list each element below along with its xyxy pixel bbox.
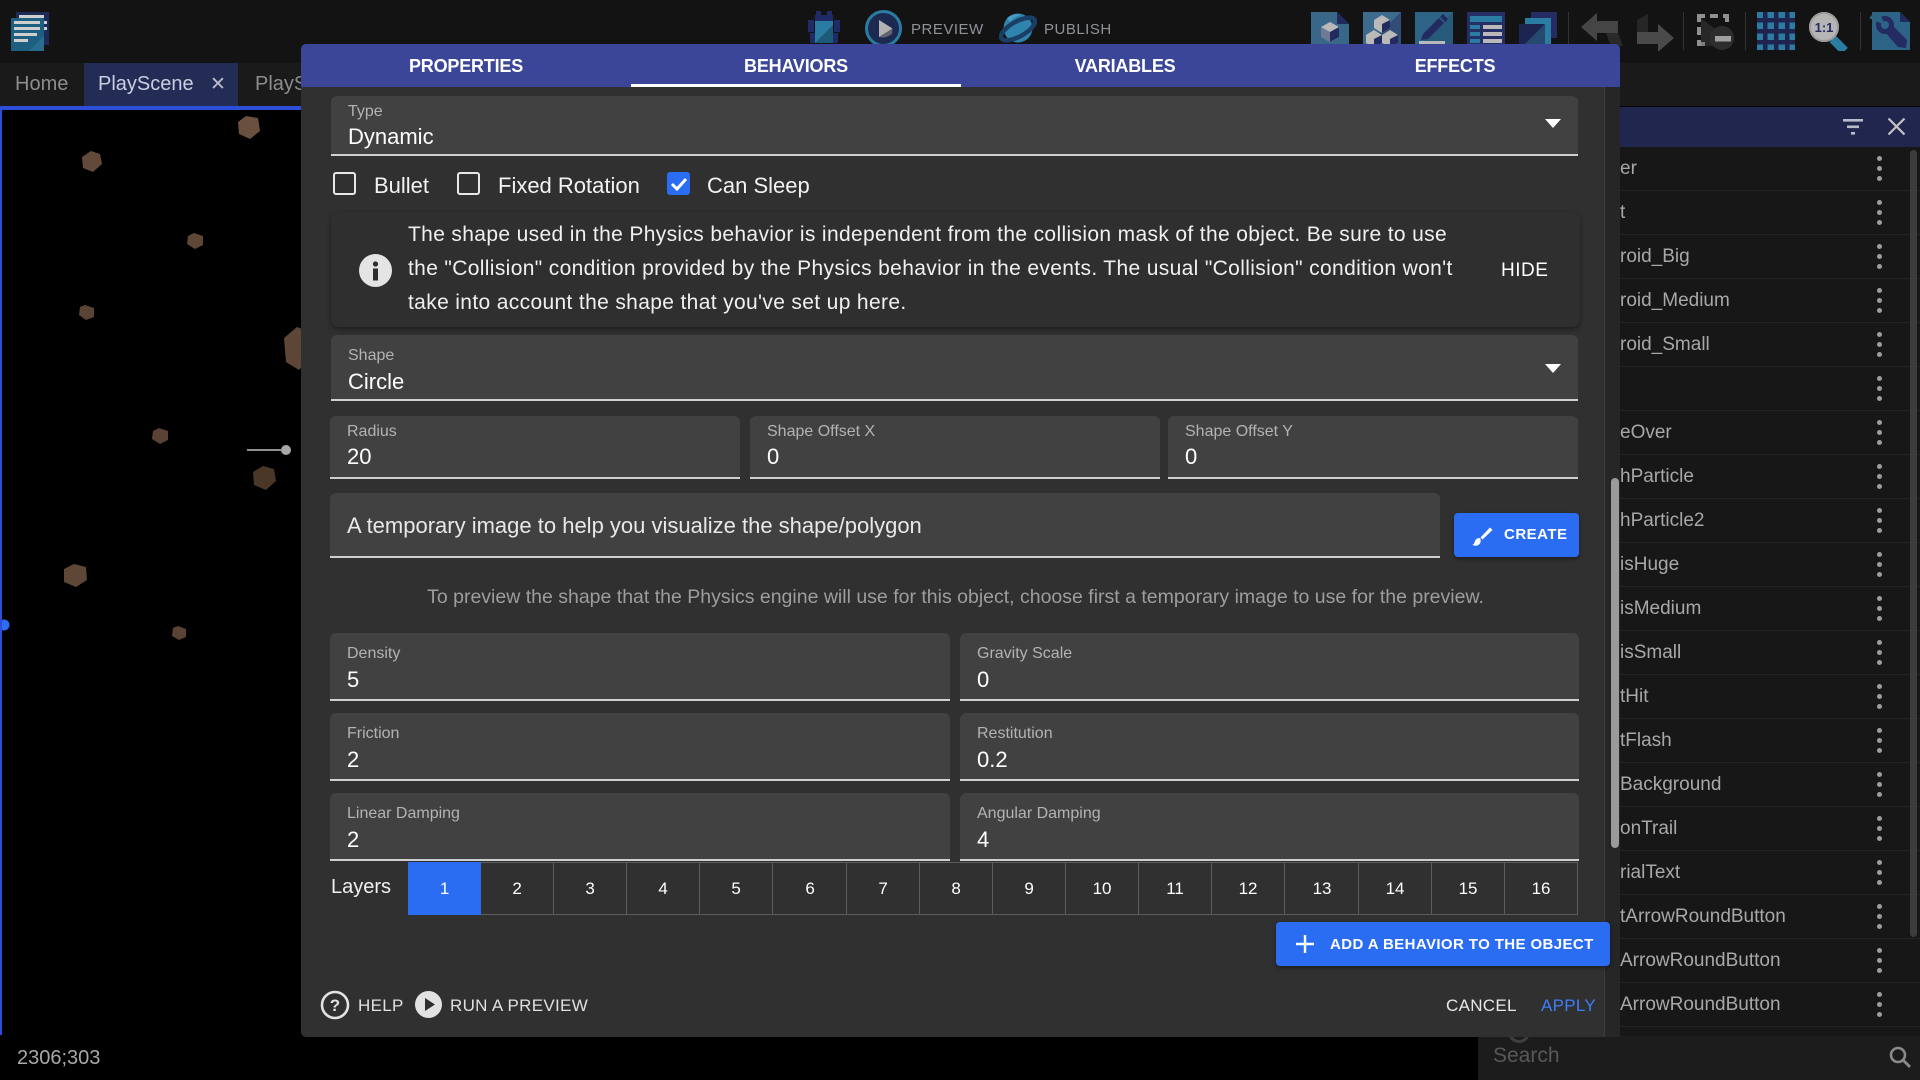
svg-text:1:1: 1:1	[1815, 20, 1834, 35]
svg-text:?: ?	[330, 996, 340, 1015]
